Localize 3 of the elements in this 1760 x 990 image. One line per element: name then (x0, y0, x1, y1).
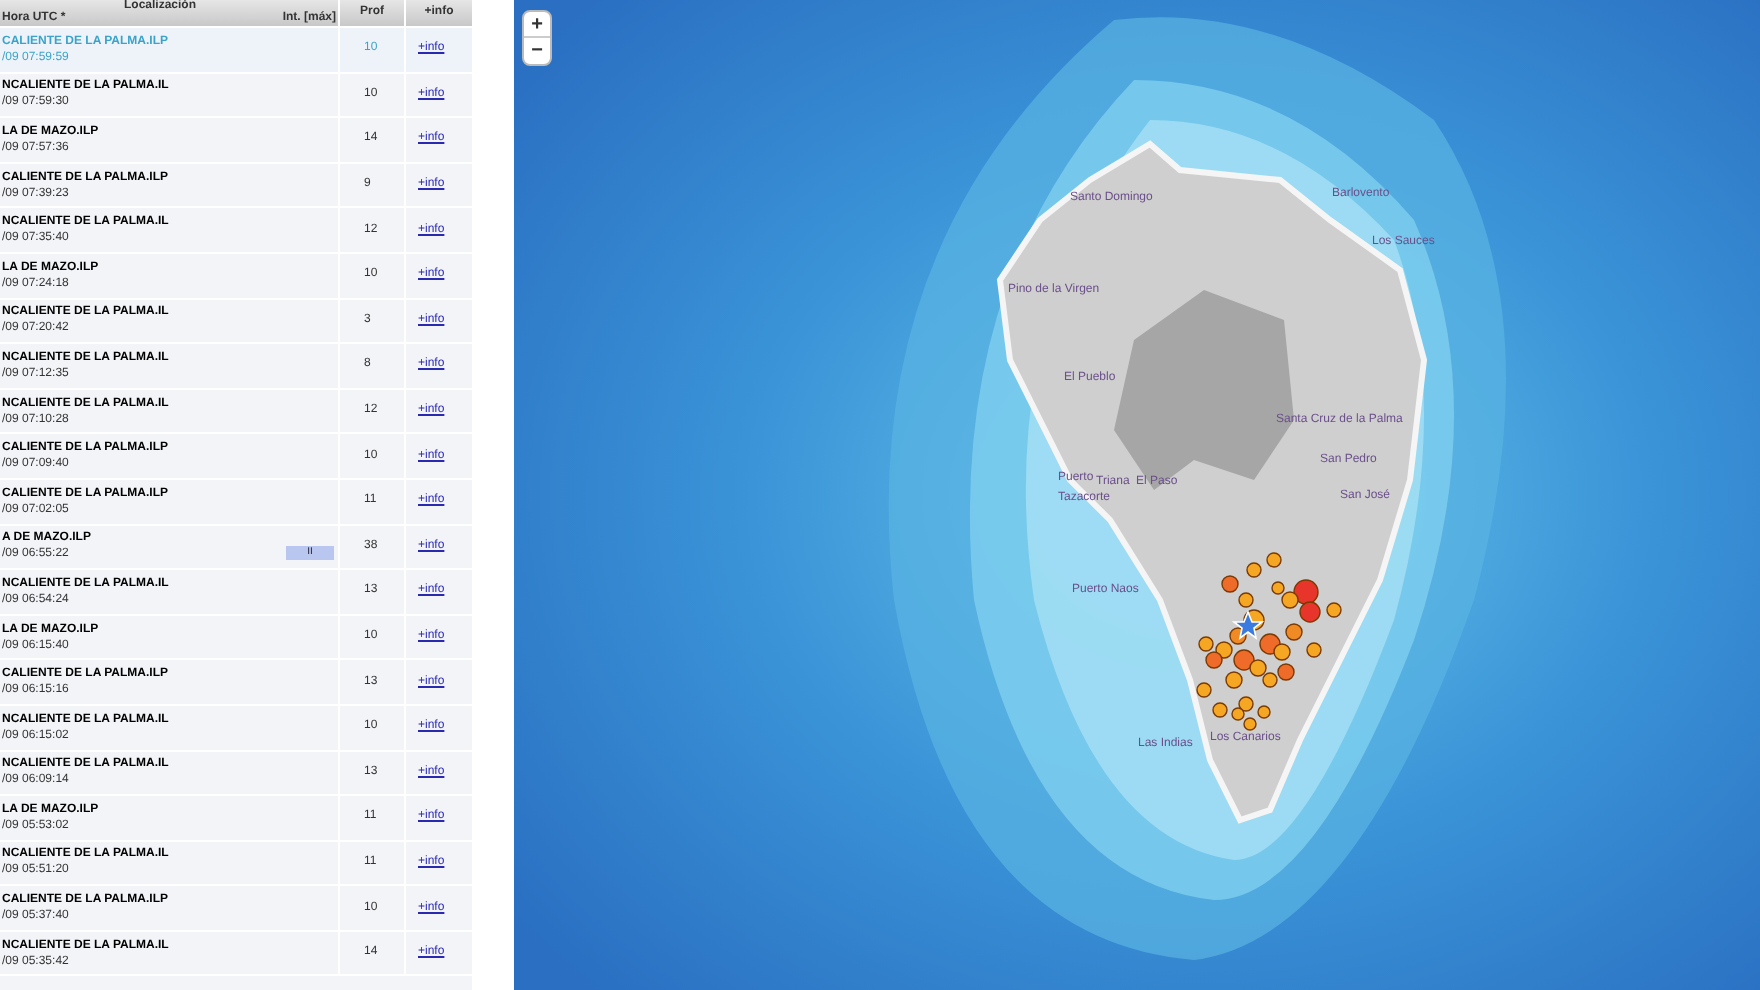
zoom-in-button[interactable]: + (524, 12, 550, 38)
zoom-out-button[interactable]: − (524, 38, 550, 64)
star-icon (1231, 609, 1265, 640)
